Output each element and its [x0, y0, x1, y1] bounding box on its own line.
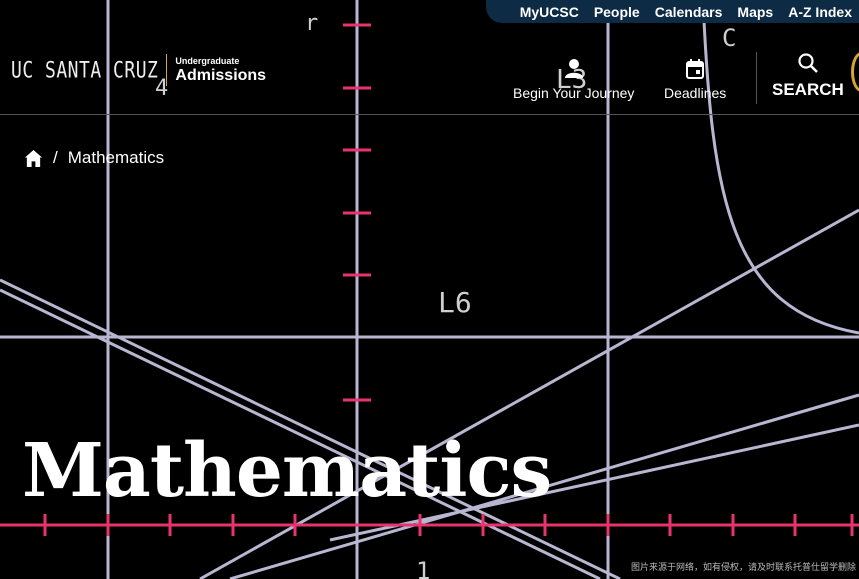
header-divider — [0, 114, 859, 115]
bg-label: r — [305, 11, 318, 36]
person-icon — [564, 59, 583, 78]
breadcrumb: / Mathematics — [24, 148, 164, 168]
image-caption: 图片来源于网络，如有侵权，请及时联系托普仕留学删除 — [630, 562, 856, 572]
nav-label-journey: Begin Your Journey — [513, 85, 635, 101]
search-icon — [798, 53, 818, 73]
calendar-icon — [686, 59, 705, 79]
home-icon[interactable] — [24, 149, 43, 168]
utility-link-maps[interactable]: Maps — [737, 4, 773, 20]
utility-nav: MyUCSC People Calendars Maps A-Z Index — [485, 0, 859, 23]
search-label: SEARCH — [772, 80, 844, 99]
logo-divider — [166, 54, 168, 86]
breadcrumb-separator: / — [53, 148, 58, 167]
bg-label: L6 — [438, 286, 472, 319]
nav-label-deadlines: Deadlines — [664, 85, 727, 101]
site-logo[interactable]: UC SANTA CRUZ Undergraduate Admissions — [11, 54, 266, 86]
logo-title: Admissions — [175, 66, 267, 84]
nav-deadlines[interactable]: Deadlines — [664, 58, 726, 101]
utility-link-people[interactable]: People — [594, 4, 640, 20]
logo-text: Undergraduate Admissions — [175, 55, 267, 84]
page-title: Mathematics — [22, 428, 552, 514]
logo-ucsc-wordmark: UC SANTA CRUZ — [11, 56, 159, 84]
logo-subtitle: Undergraduate — [175, 55, 240, 66]
utility-link-calendars[interactable]: Calendars — [655, 4, 723, 20]
bg-label: C — [722, 24, 736, 52]
breadcrumb-current: Mathematics — [67, 148, 165, 167]
bg-label: 1 — [416, 557, 430, 579]
search-button[interactable]: SEARCH — [772, 52, 844, 100]
nav-divider — [756, 52, 757, 104]
nav-begin-your-journey[interactable]: Begin Your Journey — [513, 58, 634, 101]
utility-link-myucsc[interactable]: MyUCSC — [520, 4, 579, 20]
utility-link-az-index[interactable]: A-Z Index — [788, 4, 852, 20]
